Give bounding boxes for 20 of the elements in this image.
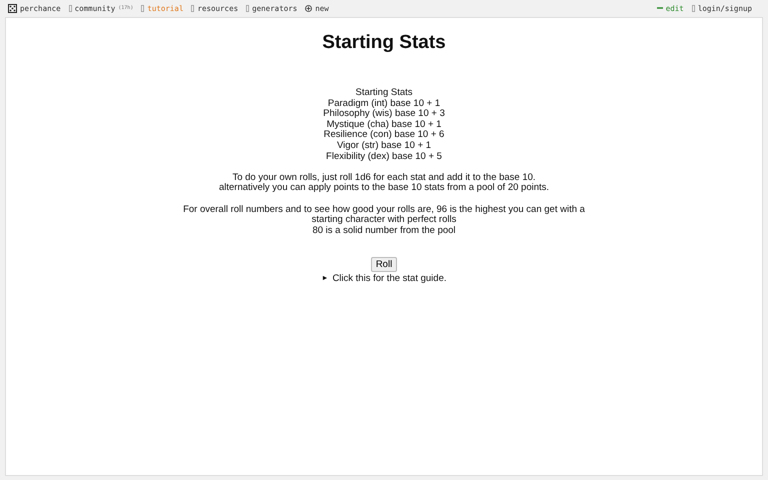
dice-icon bbox=[8, 4, 17, 12]
stat-line: Philosophy (wis) base 10 + 3 bbox=[323, 109, 445, 120]
box-icon bbox=[191, 4, 194, 12]
text-line: alternatively you can apply points to the base 10 stats from a pool of 20 points. bbox=[218, 183, 550, 194]
text-line: To do your own rolls, just roll 1d6 for each stat and add it to the base 10. bbox=[232, 172, 536, 183]
stat-line: Mystique (cha) base 10 + 1 bbox=[326, 120, 442, 130]
page-title: Starting Stats bbox=[322, 32, 446, 54]
roll-button[interactable]: Roll bbox=[370, 257, 398, 272]
stat-line: Resilience (con) base 10 + 6 bbox=[324, 130, 444, 141]
stat-line: Vigor (str) base 10 + 1 bbox=[336, 140, 432, 152]
box-icon bbox=[692, 4, 695, 12]
box-icon bbox=[141, 4, 144, 12]
text-line: For overall roll numbers and to see how good your rolls are, 96 is the highest you can get with a starting character with perfect rolls bbox=[182, 204, 586, 226]
stats-heading: Starting Stats bbox=[355, 88, 413, 99]
stat-line: Paradigm (int) base 10 + 1 bbox=[328, 98, 440, 109]
box-icon bbox=[68, 4, 72, 12]
plus-circle-icon bbox=[305, 4, 312, 12]
box-icon bbox=[246, 4, 250, 12]
text-line: 80 is a solid number from the pool bbox=[312, 226, 456, 236]
stat-line: Flexibility (dex) base 10 + 5 bbox=[326, 152, 442, 162]
